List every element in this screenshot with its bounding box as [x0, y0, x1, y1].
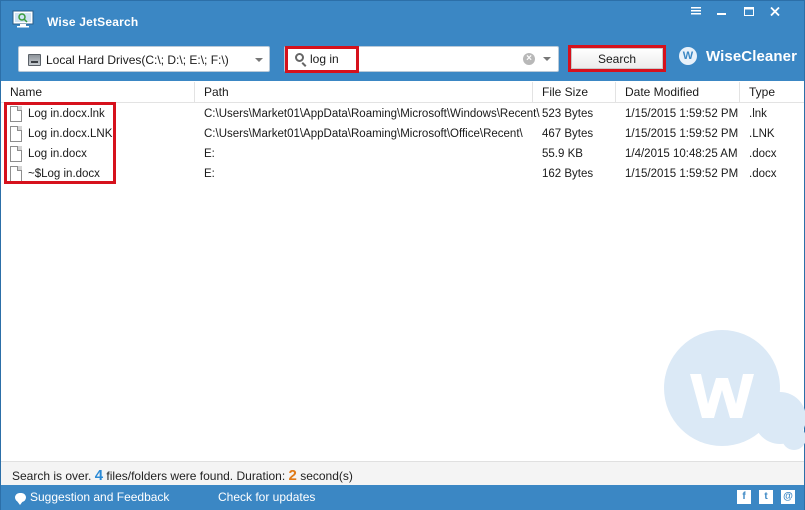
row-date: 1/15/2015 1:59:52 PM: [625, 128, 739, 140]
speech-bubble-icon: [15, 492, 26, 505]
title-bar: Wise JetSearch: [1, 1, 804, 36]
feedback-label: Suggestion and Feedback: [30, 490, 170, 504]
hard-drive-icon: [28, 54, 41, 66]
app-logo-icon: [12, 10, 34, 28]
wisecleaner-logo-icon: W: [679, 47, 697, 65]
wisecleaner-watermark-icon: [664, 330, 805, 450]
chevron-down-icon[interactable]: [255, 58, 263, 62]
twitter-icon[interactable]: t: [759, 490, 773, 504]
close-icon[interactable]: [766, 5, 784, 17]
search-input-highlight: [285, 46, 359, 73]
row-path: E:: [204, 168, 215, 180]
row-size: 55.9 KB: [542, 148, 583, 160]
table-row[interactable]: Log in.docx E: 55.9 KB 1/4/2015 10:48:25…: [1, 144, 804, 164]
column-header-path[interactable]: Path: [195, 82, 533, 103]
app-window: Wise JetSearch Local Hard Drives(C:\; D:…: [0, 0, 805, 510]
search-box[interactable]: ×: [284, 46, 559, 73]
row-date: 1/15/2015 1:59:52 PM: [625, 168, 739, 180]
table-row[interactable]: ~$Log in.docx E: 162 Bytes 1/15/2015 1:5…: [1, 164, 804, 184]
check-updates-link[interactable]: Check for updates: [218, 490, 315, 504]
table-header: Name Path File Size Date Modified Type: [1, 82, 804, 103]
row-size: 467 Bytes: [542, 128, 594, 140]
drive-select[interactable]: Local Hard Drives(C:\; D:\; E:\; F:\): [18, 46, 270, 72]
column-header-size[interactable]: File Size: [533, 82, 616, 103]
row-size: 162 Bytes: [542, 168, 594, 180]
toolbar: Local Hard Drives(C:\; D:\; E:\; F:\) × …: [1, 36, 804, 81]
row-type: .lnk: [749, 108, 767, 120]
row-path: E:: [204, 148, 215, 160]
facebook-icon[interactable]: f: [737, 490, 751, 504]
email-icon[interactable]: @: [781, 490, 795, 504]
drive-select-value: Local Hard Drives(C:\; D:\; E:\; F:\): [46, 53, 229, 67]
duration-value: 2: [288, 467, 297, 484]
row-size: 523 Bytes: [542, 108, 594, 120]
app-title: Wise JetSearch: [47, 15, 139, 29]
column-header-type[interactable]: Type: [740, 82, 804, 103]
row-date: 1/4/2015 10:48:25 AM: [625, 148, 738, 160]
row-type: .docx: [749, 148, 777, 160]
result-count: 4: [94, 467, 104, 484]
search-button-highlight: Search: [568, 45, 666, 72]
search-button[interactable]: Search: [571, 48, 663, 69]
status-suffix: second(s): [300, 469, 353, 483]
row-path: C:\Users\Market01\AppData\Roaming\Micros…: [204, 128, 523, 140]
minimize-icon[interactable]: [713, 5, 731, 17]
feedback-link[interactable]: Suggestion and Feedback: [15, 490, 170, 505]
menu-icon[interactable]: [687, 5, 705, 17]
table-row[interactable]: Log in.docx.LNK C:\Users\Market01\AppDat…: [1, 124, 804, 144]
column-header-name[interactable]: Name: [1, 82, 195, 103]
row-type: .LNK: [749, 128, 775, 140]
brand-name: WiseCleaner: [706, 47, 798, 65]
footer-bar: Suggestion and Feedback Check for update…: [1, 485, 804, 510]
clear-icon[interactable]: ×: [523, 53, 535, 65]
maximize-icon[interactable]: [740, 5, 758, 17]
column-header-date[interactable]: Date Modified: [616, 82, 740, 103]
row-path: C:\Users\Market01\AppData\Roaming\Micros…: [204, 108, 540, 120]
table-row[interactable]: Log in.docx.lnk C:\Users\Market01\AppDat…: [1, 104, 804, 124]
name-column-highlight: [4, 102, 116, 184]
row-date: 1/15/2015 1:59:52 PM: [625, 108, 739, 120]
status-text: Search is over. 4 files/folders were fou…: [12, 467, 353, 484]
chevron-down-icon[interactable]: [543, 57, 551, 61]
status-prefix: Search is over.: [12, 469, 92, 483]
status-middle: files/folders were found. Duration:: [106, 469, 286, 483]
brand: W WiseCleaner: [679, 45, 797, 67]
status-bar: Search is over. 4 files/folders were fou…: [1, 461, 804, 485]
row-type: .docx: [749, 168, 777, 180]
